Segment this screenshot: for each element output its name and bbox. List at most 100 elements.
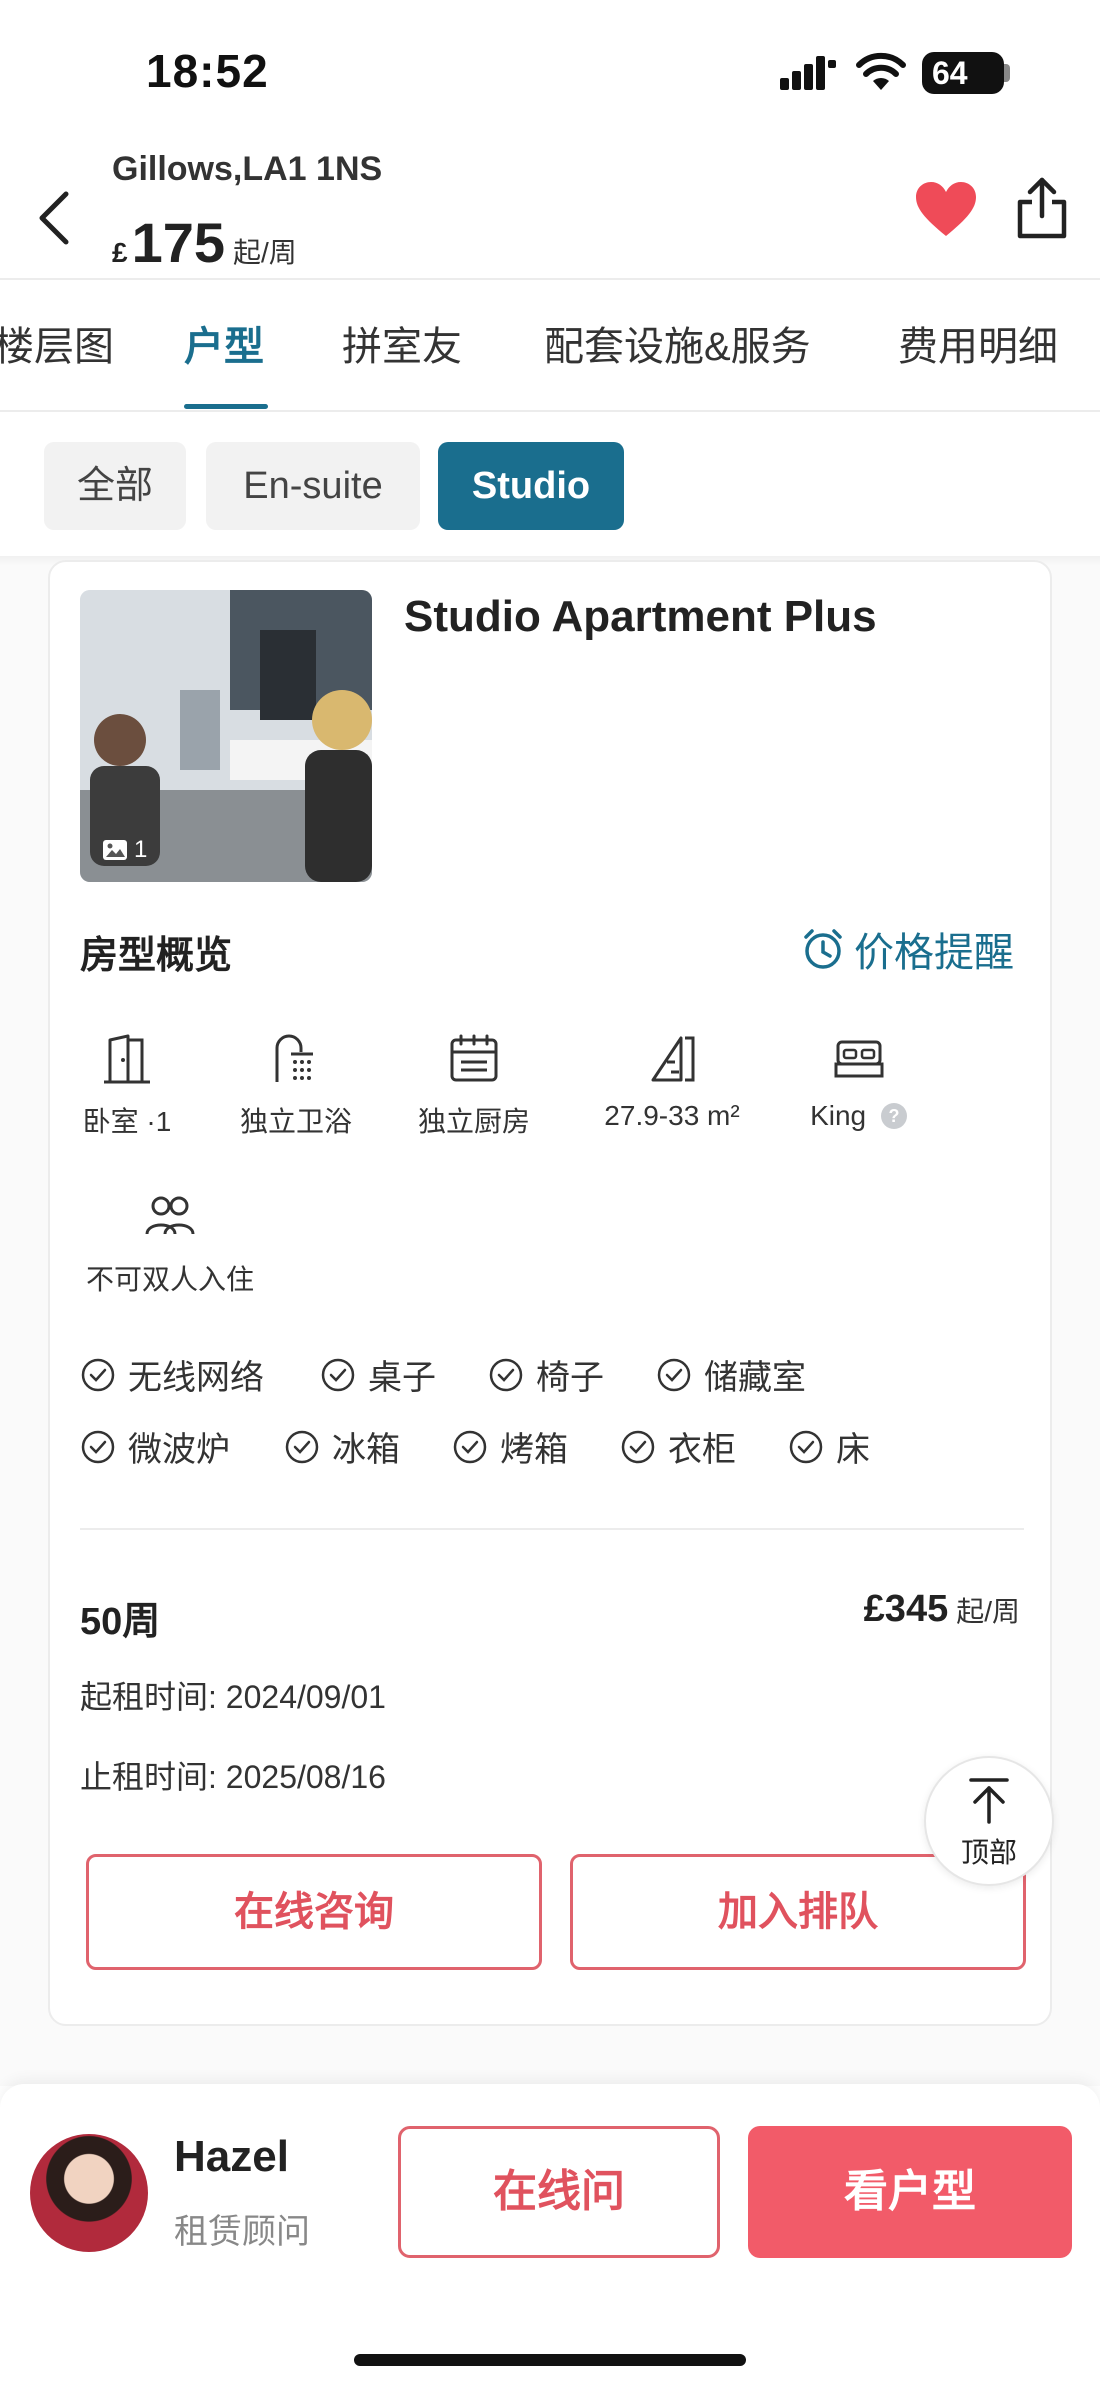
people-icon: [145, 1196, 195, 1235]
amenity-item: 无线网络: [80, 1350, 264, 1399]
amenity-item: 桌子: [320, 1350, 436, 1399]
room-title: Studio Apartment Plus: [404, 592, 877, 641]
lease-price-amount: £345: [863, 1588, 949, 1630]
battery-tip: [1004, 64, 1010, 82]
photo-count: 1: [102, 836, 147, 864]
battery-indicator: 64: [922, 52, 1004, 94]
amenity-label: 储藏室: [704, 1359, 806, 1397]
back-arrow-icon[interactable]: [32, 188, 76, 248]
property-address: Gillows,LA1 1NS: [112, 150, 383, 188]
bed-size-label: King: [810, 1100, 867, 1131]
overview-title: 房型概览: [80, 935, 233, 977]
amenity-label: 桌子: [368, 1359, 436, 1397]
check-circle-icon: [453, 1430, 487, 1463]
lease-start-date: 2024/09/01: [225, 1679, 386, 1715]
check-circle-icon: [81, 1358, 115, 1391]
area-ruler-icon: [651, 1036, 695, 1082]
arrow-up-icon: [969, 1778, 1009, 1824]
lease-end-date: 2025/08/16: [225, 1759, 386, 1795]
amenity-item: 烤箱: [452, 1422, 568, 1471]
help-question-icon[interactable]: ?: [880, 1102, 908, 1130]
feature-bedroom: 卧室 ·1: [80, 1032, 174, 1140]
status-bar: 18:52 64: [0, 0, 1100, 150]
share-icon[interactable]: [1014, 176, 1070, 240]
lease-end-label: 止租时间:: [80, 1759, 217, 1795]
amenity-label: 冰箱: [332, 1431, 400, 1469]
card-divider: [80, 1528, 1024, 1530]
amenity-item: 椅子: [488, 1350, 604, 1399]
feature-area: 27.9-33 m²: [590, 1032, 754, 1132]
check-circle-icon: [789, 1430, 823, 1463]
bed-icon: [834, 1040, 884, 1078]
room-type-card: 1 Studio Apartment Plus 房型概览 价格提醒 卧室 ·1: [48, 560, 1052, 2026]
photo-count-value: 1: [134, 836, 148, 863]
amenity-label: 无线网络: [128, 1359, 264, 1397]
svg-text:?: ?: [888, 1106, 899, 1126]
back-to-top-button[interactable]: 顶部: [924, 1756, 1054, 1886]
kitchen-icon: [450, 1034, 498, 1082]
check-circle-icon: [285, 1430, 319, 1463]
room-filter-chips: 全部 En-suite Studio: [0, 412, 1100, 558]
check-circle-icon: [621, 1430, 655, 1463]
tab-floorplan[interactable]: 楼层图: [0, 314, 114, 372]
wifi-icon: [856, 52, 906, 90]
amenity-item: 冰箱: [284, 1422, 400, 1471]
door-icon: [104, 1034, 150, 1084]
bottom-action-bar: Hazel 租赁顾问 在线问 看户型: [0, 2084, 1100, 2384]
tab-roommates[interactable]: 拼室友: [342, 314, 462, 372]
amenity-label: 床: [836, 1431, 870, 1469]
active-tab-indicator: [184, 404, 268, 409]
feature-label: 独立卫浴: [239, 1106, 352, 1137]
lease-start-label: 起租时间:: [80, 1679, 217, 1715]
lease-end: 止租时间: 2025/08/16: [80, 1752, 386, 1798]
amenity-item: 衣柜: [620, 1422, 736, 1471]
tab-facilities[interactable]: 配套设施&服务: [544, 314, 811, 372]
price-currency: £: [112, 237, 128, 268]
cellular-signal-icon: [780, 56, 836, 90]
lease-price-unit: 起/周: [956, 1596, 1020, 1627]
agent-avatar[interactable]: [30, 2134, 148, 2252]
favorite-heart-icon[interactable]: [914, 180, 978, 240]
amenity-label: 微波炉: [128, 1431, 230, 1469]
online-consult-button[interactable]: 在线咨询: [86, 1854, 542, 1970]
amenity-item: 储藏室: [656, 1350, 806, 1399]
amenity-label: 衣柜: [668, 1431, 736, 1469]
feature-label: 独立厨房: [417, 1106, 530, 1137]
tab-fees[interactable]: 费用明细: [898, 314, 1058, 372]
feature-bed: King ?: [804, 1032, 914, 1132]
amenity-item: 微波炉: [80, 1422, 230, 1471]
tab-room-types[interactable]: 户型: [184, 314, 264, 372]
price-unit: 起/周: [233, 237, 297, 268]
feature-kitchen: 独立厨房: [412, 1032, 536, 1140]
price-alert-button[interactable]: 价格提醒: [802, 920, 1014, 978]
room-photo[interactable]: 1: [80, 590, 372, 882]
feature-label: 27.9-33 m²: [604, 1100, 740, 1131]
alarm-clock-icon: [804, 929, 842, 969]
check-circle-icon: [489, 1358, 523, 1391]
lease-start: 起租时间: 2024/09/01: [80, 1672, 386, 1718]
status-time: 18:52: [146, 45, 269, 97]
filter-ensuite[interactable]: En-suite: [206, 442, 420, 530]
home-indicator[interactable]: [354, 2354, 746, 2366]
feature-bathroom: 独立卫浴: [234, 1032, 358, 1140]
check-circle-icon: [81, 1430, 115, 1463]
section-tabs: 楼层图 户型 拼室友 配套设施&服务 费用明细: [0, 280, 1100, 410]
filter-studio[interactable]: Studio: [438, 442, 624, 530]
feature-occupancy: 不可双人入住: [80, 1190, 260, 1298]
check-circle-icon: [657, 1358, 691, 1391]
check-circle-icon: [321, 1358, 355, 1391]
amenity-label: 椅子: [536, 1359, 604, 1397]
agent-role: 租赁顾问: [174, 2213, 310, 2251]
amenity-label: 烤箱: [500, 1431, 568, 1469]
amenity-item: 床: [788, 1422, 870, 1471]
feature-label: 不可双人入住: [85, 1264, 254, 1295]
header: Gillows,LA1 1NS £ 175 起/周: [0, 150, 1100, 278]
filter-all[interactable]: 全部: [44, 442, 186, 530]
image-icon: [103, 840, 127, 860]
agent-name: Hazel: [174, 2132, 289, 2181]
price-amount: 175: [131, 211, 226, 274]
feature-label: 卧室 ·1: [82, 1106, 172, 1137]
shower-icon: [275, 1034, 313, 1082]
view-room-type-button[interactable]: 看户型: [748, 2126, 1072, 2258]
ask-online-button[interactable]: 在线问: [398, 2126, 720, 2258]
